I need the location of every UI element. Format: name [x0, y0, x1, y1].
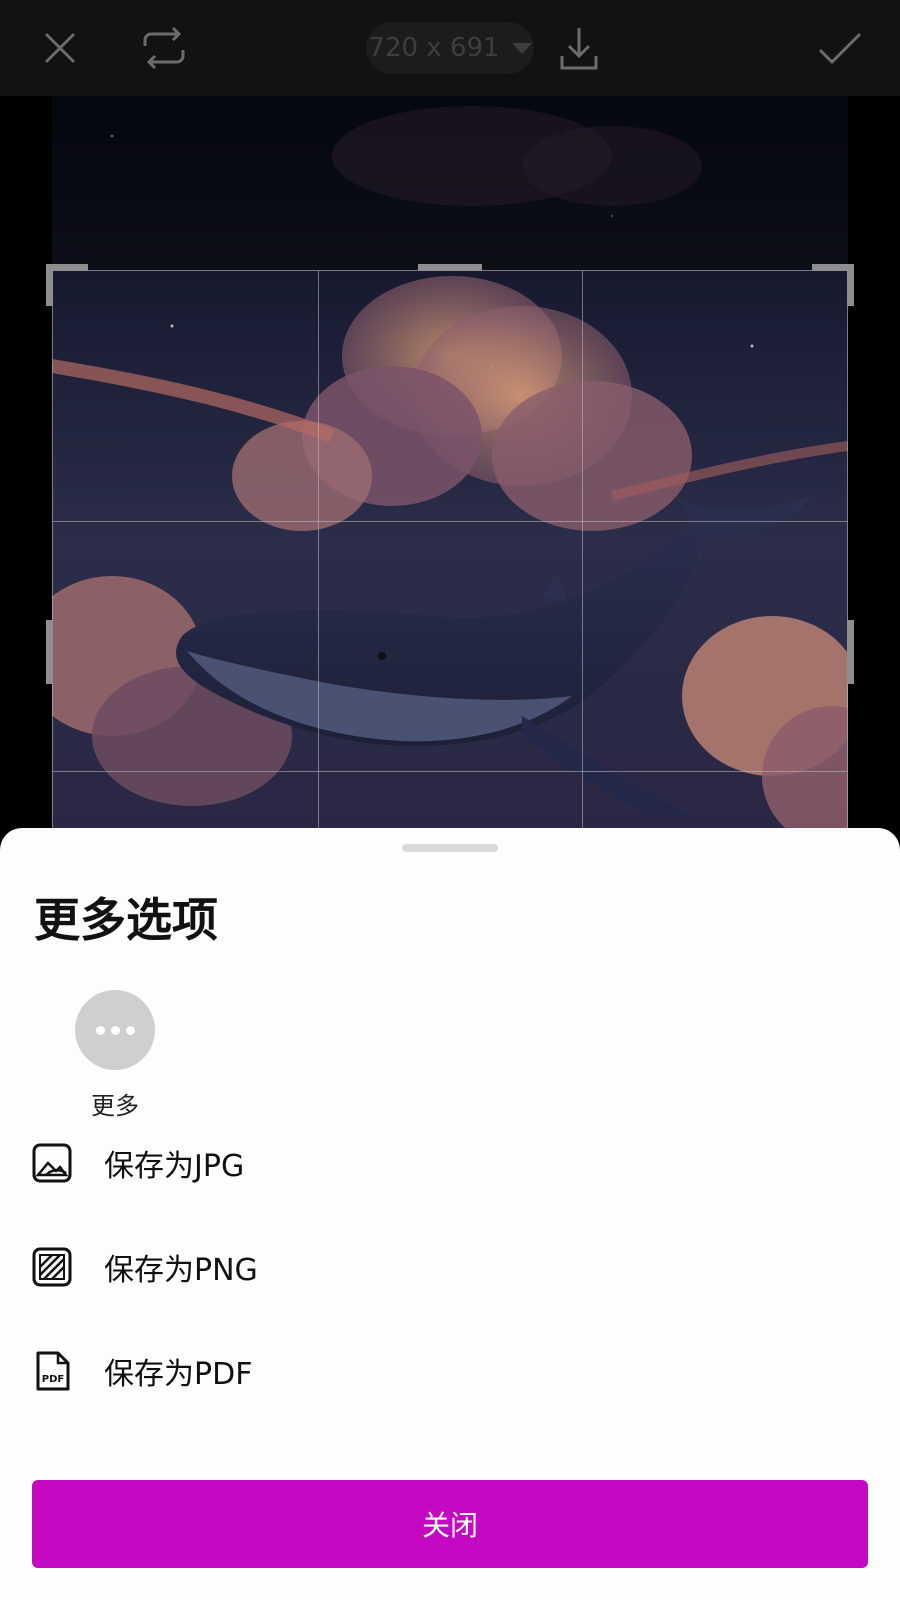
- crop-handle-left[interactable]: [46, 620, 53, 684]
- more-button[interactable]: [75, 990, 155, 1070]
- more-dot: [125, 1025, 135, 1035]
- check-icon: [818, 32, 862, 65]
- swap-button[interactable]: [134, 18, 194, 78]
- close-button[interactable]: [30, 18, 90, 78]
- download-icon: [560, 28, 598, 70]
- close-sheet-button[interactable]: 关闭: [32, 1480, 868, 1568]
- crop-outside-shade: [52, 96, 848, 270]
- sheet-grabber[interactable]: [402, 844, 498, 852]
- top-toolbar: 720 x 691: [0, 0, 900, 96]
- crop-handle-right[interactable]: [847, 620, 854, 684]
- more-dots-icon: [95, 1025, 105, 1035]
- grid-line: [317, 271, 319, 839]
- sheet-title: 更多选项: [34, 893, 218, 947]
- crop-editor-screen: 720 x 691 更多选项 更多 保存为JPG 保存为PNG PDF 保存为P…: [0, 0, 900, 1600]
- close-icon: [44, 32, 76, 64]
- more-options-sheet: 更多选项 更多 保存为JPG 保存为PNG PDF 保存为PDF 关闭: [0, 828, 900, 1600]
- size-selector[interactable]: 720 x 691: [366, 22, 534, 74]
- save-as-pdf-label: 保存为PDF: [104, 1357, 253, 1392]
- save-as-pdf-option[interactable]: PDF 保存为PDF: [0, 1326, 900, 1416]
- confirm-button[interactable]: [810, 18, 870, 78]
- more-dot: [110, 1025, 120, 1035]
- grid-line: [53, 521, 847, 522]
- size-label: 720 x 691: [368, 33, 500, 63]
- png-pattern-icon: [32, 1247, 72, 1287]
- crop-frame[interactable]: [52, 270, 848, 840]
- save-as-png-label: 保存为PNG: [104, 1253, 258, 1288]
- image-icon: [32, 1143, 72, 1183]
- crop-handle-top-right-vertical[interactable]: [847, 264, 854, 306]
- save-as-png-option[interactable]: 保存为PNG: [0, 1222, 900, 1312]
- grid-line: [53, 771, 847, 772]
- crop-handle-top-left-vertical[interactable]: [46, 264, 53, 306]
- save-as-jpg-option[interactable]: 保存为JPG: [0, 1118, 900, 1208]
- crop-handle-top[interactable]: [418, 264, 482, 271]
- svg-text:PDF: PDF: [42, 1374, 64, 1385]
- chevron-down-icon: [511, 42, 532, 54]
- save-as-jpg-label: 保存为JPG: [104, 1149, 245, 1184]
- download-button[interactable]: [549, 18, 609, 78]
- more-label: 更多: [91, 1092, 139, 1120]
- grid-line: [582, 271, 584, 839]
- pdf-file-icon: PDF: [36, 1351, 70, 1391]
- swap-icon: [143, 26, 185, 70]
